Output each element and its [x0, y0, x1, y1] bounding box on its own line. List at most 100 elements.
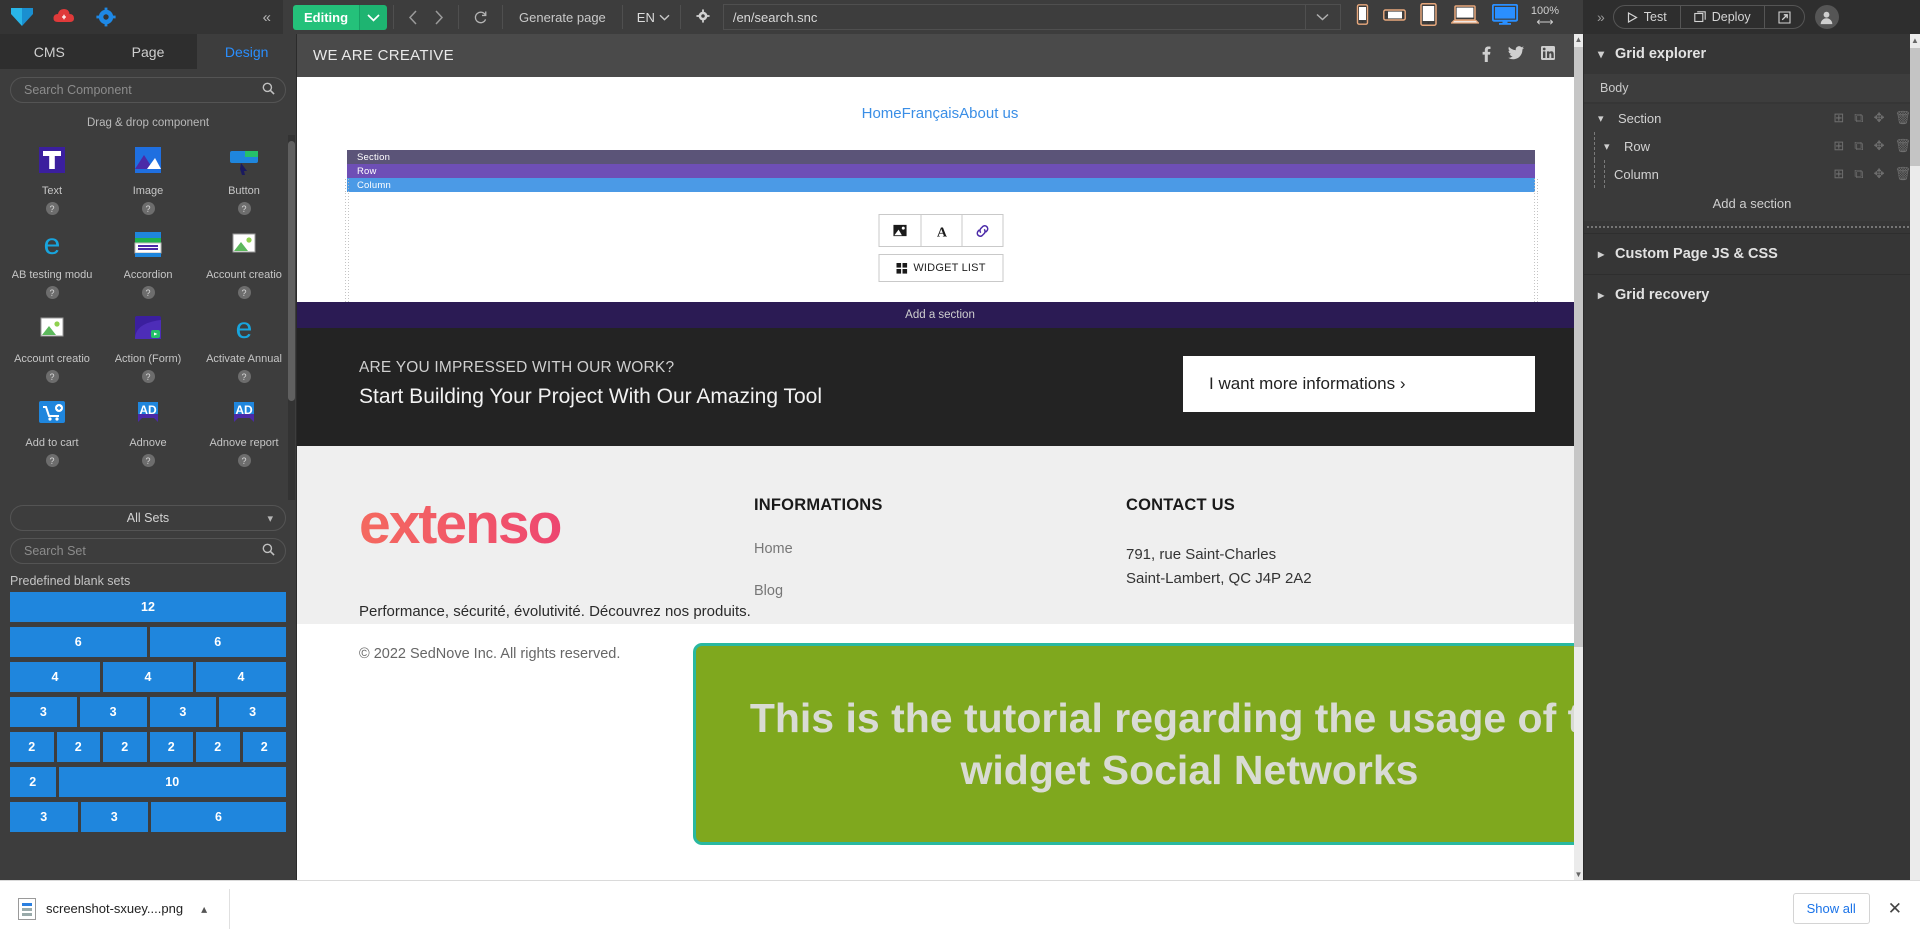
canvas-add-section-button[interactable]: Add a section — [297, 302, 1583, 328]
widget-list-button[interactable]: WIDGET LIST — [878, 254, 1004, 282]
cta-button[interactable]: I want more informations › — [1183, 356, 1535, 412]
set-cell[interactable]: 4 — [103, 662, 193, 692]
search-icon[interactable] — [262, 543, 275, 559]
download-item[interactable]: screenshot-sxuey....png ▴ — [18, 888, 231, 929]
help-icon[interactable]: ? — [237, 286, 251, 300]
duplicate-icon[interactable]: ⧉ — [1854, 166, 1863, 182]
panel-resize-handle[interactable] — [1586, 225, 1918, 229]
refresh-icon[interactable] — [465, 7, 496, 28]
language-selector[interactable]: EN — [629, 10, 674, 25]
move-icon[interactable]: ✥ — [1874, 166, 1885, 182]
component-adnove[interactable]: AD Adnove ? — [100, 387, 196, 471]
add-icon[interactable]: ⊞ — [1833, 166, 1844, 182]
insert-image-icon[interactable] — [880, 215, 921, 246]
component-add-to-cart[interactable]: Add to cart ? — [4, 387, 100, 471]
set-cell[interactable]: 6 — [149, 627, 286, 657]
grid-row-bar[interactable]: Row — [347, 164, 1535, 178]
help-icon[interactable]: ? — [141, 286, 155, 300]
set-cell[interactable]: 12 — [10, 592, 286, 622]
help-icon[interactable]: ? — [141, 454, 155, 468]
twitter-icon[interactable] — [1508, 46, 1524, 65]
set-cell[interactable]: 3 — [10, 802, 78, 832]
tree-add-section-button[interactable]: Add a section — [1584, 188, 1920, 221]
tree-row-row[interactable]: ▾ Row ⊞ ⧉ ✥ 🗑 — [1584, 132, 1920, 160]
app-logo-icon[interactable] — [10, 6, 34, 28]
cloud-upload-icon[interactable] — [52, 6, 76, 28]
user-avatar[interactable] — [1814, 5, 1839, 29]
chevron-up-icon[interactable]: ▴ — [193, 902, 215, 916]
component-ab-testing[interactable]: e AB testing modu ? — [4, 219, 100, 303]
component-action-form[interactable]: Action (Form) ? — [100, 303, 196, 387]
mobile-landscape-icon[interactable] — [1382, 7, 1406, 28]
collapse-panel-button[interactable]: « — [263, 9, 271, 26]
right-panel-scrollbar[interactable]: ▲ — [1910, 34, 1920, 880]
navigate-forward-button[interactable] — [426, 7, 452, 28]
set-cell[interactable]: 6 — [10, 627, 147, 657]
url-input[interactable] — [723, 9, 1305, 25]
grid-explorer-header[interactable]: ▾ Grid explorer — [1584, 34, 1920, 74]
set-cell[interactable]: 2 — [149, 732, 193, 762]
help-icon[interactable]: ? — [45, 454, 59, 468]
set-cell[interactable]: 2 — [56, 732, 100, 762]
set-cell[interactable]: 4 — [10, 662, 100, 692]
search-icon[interactable] — [262, 82, 275, 98]
tab-page[interactable]: Page — [99, 34, 198, 69]
set-cell[interactable]: 10 — [58, 767, 286, 797]
help-icon[interactable]: ? — [45, 370, 59, 384]
component-image[interactable]: Image ? — [100, 135, 196, 219]
component-search[interactable] — [10, 77, 286, 103]
component-button[interactable]: Button ? — [196, 135, 292, 219]
tree-row-section[interactable]: ▾ Section ⊞ ⧉ ✥ 🗑 — [1584, 104, 1920, 132]
test-button[interactable]: Test — [1614, 6, 1680, 28]
grid-section-bar[interactable]: Section — [347, 150, 1535, 164]
column-handle-left[interactable] — [344, 178, 349, 192]
set-cell[interactable]: 3 — [10, 697, 77, 727]
scroll-up-arrow[interactable]: ▲ — [1910, 34, 1920, 47]
chevron-down-icon[interactable] — [359, 4, 388, 30]
add-icon[interactable]: ⊞ — [1833, 138, 1844, 154]
mobile-portrait-icon[interactable] — [1355, 4, 1370, 30]
component-list-scrollbar[interactable] — [288, 135, 295, 500]
search-component-input[interactable] — [10, 77, 286, 103]
scroll-down-arrow[interactable]: ▼ — [1574, 869, 1583, 880]
delete-icon[interactable]: 🗑 — [1894, 110, 1911, 126]
set-cell[interactable]: 3 — [79, 697, 147, 727]
set-search[interactable] — [10, 538, 286, 564]
linkedin-icon[interactable] — [1541, 46, 1555, 65]
nav-link-home[interactable]: Home — [862, 105, 902, 122]
page-settings-gear-icon[interactable] — [687, 8, 719, 26]
facebook-icon[interactable] — [1482, 46, 1491, 65]
set-cell[interactable]: 2 — [242, 732, 286, 762]
show-all-downloads-button[interactable]: Show all — [1792, 893, 1870, 924]
help-icon[interactable]: ? — [237, 370, 251, 384]
generate-page-button[interactable]: Generate page — [509, 10, 616, 25]
search-set-input[interactable] — [10, 538, 286, 564]
navigate-back-button[interactable] — [400, 7, 426, 28]
grid-recovery-header[interactable]: ▸ Grid recovery — [1584, 275, 1920, 315]
component-text[interactable]: Text ? — [4, 135, 100, 219]
url-history-dropdown[interactable] — [1304, 4, 1341, 30]
custom-js-css-header[interactable]: ▸ Custom Page JS & CSS — [1584, 234, 1920, 274]
chevron-down-icon[interactable]: ▾ — [1604, 140, 1616, 153]
deploy-button[interactable]: Deploy — [1679, 6, 1764, 28]
insert-text-icon[interactable]: A — [920, 215, 962, 246]
desktop-icon[interactable] — [1491, 3, 1519, 30]
tablet-icon[interactable] — [1419, 3, 1438, 31]
canvas-scrollbar[interactable]: ▲ ▼ — [1574, 34, 1583, 880]
footer-link-home[interactable]: Home — [754, 541, 1126, 557]
set-cell[interactable]: 3 — [80, 802, 148, 832]
set-cell[interactable]: 2 — [10, 767, 56, 797]
footer-link-blog[interactable]: Blog — [754, 583, 1126, 599]
help-icon[interactable]: ? — [45, 202, 59, 216]
component-account-creation-1[interactable]: Account creatio ? — [196, 219, 292, 303]
component-activate-annual[interactable]: e Activate Annual ? — [196, 303, 292, 387]
set-cell[interactable]: 3 — [149, 697, 217, 727]
nav-link-about-us[interactable]: About us — [959, 105, 1018, 122]
laptop-icon[interactable] — [1449, 4, 1480, 31]
component-list[interactable]: Text ? Image ? Button ? e AB testing mod… — [0, 135, 296, 500]
delete-icon[interactable]: 🗑 — [1894, 138, 1911, 154]
chevron-down-icon[interactable]: ▾ — [1598, 112, 1610, 125]
column-body[interactable]: A WIDGET LIST — [344, 192, 1538, 302]
column-handle-right[interactable] — [1533, 178, 1538, 192]
all-sets-dropdown[interactable]: All Sets ▾ — [10, 505, 286, 531]
